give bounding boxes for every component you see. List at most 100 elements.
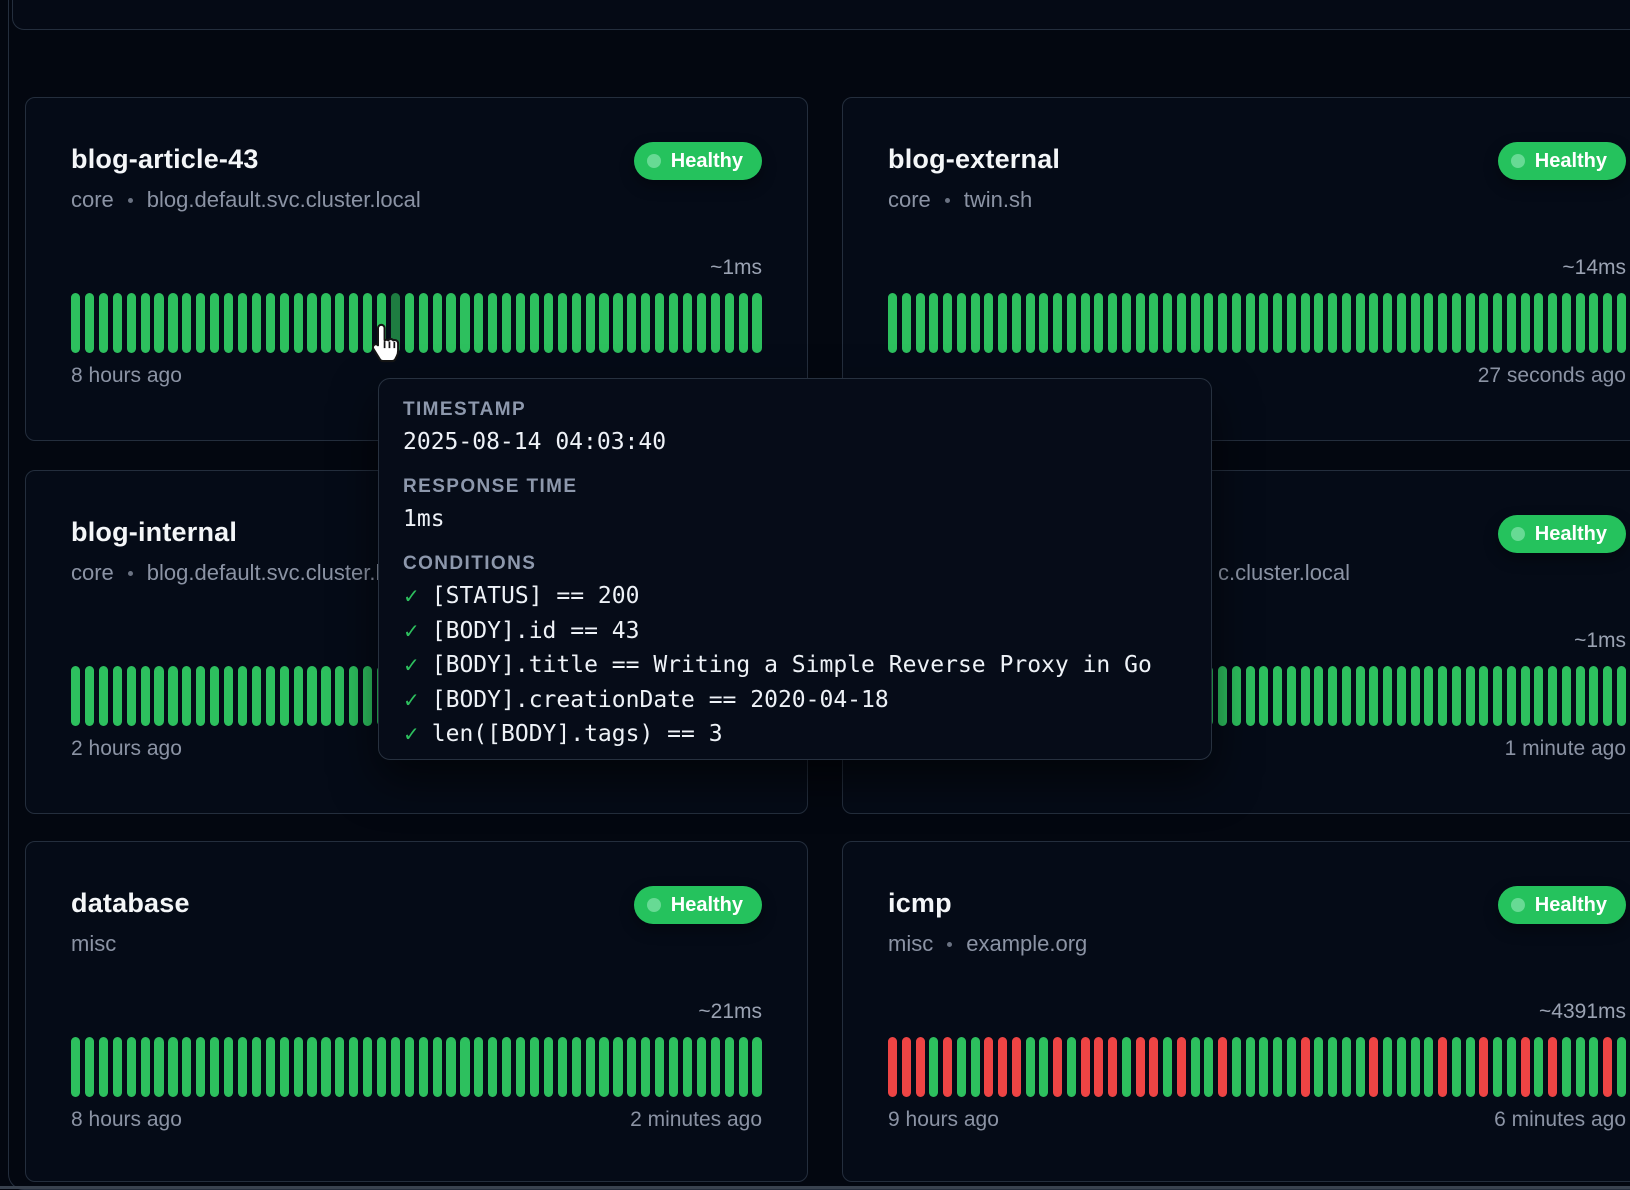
uptime-bar[interactable] [1246,1037,1255,1097]
uptime-bar[interactable] [1438,293,1447,353]
uptime-bar[interactable] [210,293,219,353]
uptime-bar[interactable] [1521,666,1530,726]
uptime-bar[interactable] [1617,1037,1626,1097]
uptime-bar[interactable] [71,1037,80,1097]
uptime-bar[interactable] [1369,666,1378,726]
uptime-bar[interactable] [224,293,233,353]
uptime-bar[interactable] [1603,293,1612,353]
uptime-bar[interactable] [488,1037,497,1097]
uptime-bar[interactable] [266,666,275,726]
uptime-bar[interactable] [377,1037,386,1097]
uptime-bar[interactable] [405,1037,414,1097]
uptime-bar[interactable] [1287,1037,1296,1097]
uptime-bar[interactable] [1452,293,1461,353]
uptime-bar[interactable] [502,1037,511,1097]
uptime-bar[interactable] [1617,293,1626,353]
uptime-bar[interactable] [1438,1037,1447,1097]
uptime-bar[interactable] [669,293,678,353]
uptime-bar[interactable] [1136,1037,1145,1097]
uptime-bar[interactable] [1424,293,1433,353]
uptime-bar[interactable] [1548,666,1557,726]
uptime-bar[interactable] [1589,1037,1598,1097]
uptime-bar[interactable] [252,666,261,726]
uptime-bar[interactable] [1603,1037,1612,1097]
uptime-bar[interactable] [752,293,761,353]
uptime-bar[interactable] [294,666,303,726]
uptime-bars[interactable] [71,1037,762,1097]
uptime-bar[interactable] [725,293,734,353]
uptime-bar[interactable] [1273,1037,1282,1097]
uptime-bar[interactable] [1232,666,1241,726]
uptime-bar[interactable] [1067,1037,1076,1097]
uptime-bar[interactable] [916,293,925,353]
uptime-bar[interactable] [739,293,748,353]
uptime-bar[interactable] [1356,666,1365,726]
uptime-bar[interactable] [1246,666,1255,726]
uptime-bar[interactable] [1259,293,1268,353]
uptime-bar[interactable] [971,1037,980,1097]
uptime-bar[interactable] [1246,293,1255,353]
uptime-bar[interactable] [1589,666,1598,726]
uptime-bar[interactable] [1012,293,1021,353]
uptime-bar[interactable] [1397,293,1406,353]
uptime-bar[interactable] [446,1037,455,1097]
uptime-bar[interactable] [1452,666,1461,726]
uptime-bar[interactable] [433,293,442,353]
uptime-bar[interactable] [1067,293,1076,353]
uptime-bar[interactable] [1466,293,1475,353]
uptime-bar[interactable] [141,293,150,353]
uptime-bar[interactable] [238,293,247,353]
uptime-bar[interactable] [1232,1037,1241,1097]
uptime-bar[interactable] [1493,666,1502,726]
uptime-bar[interactable] [641,1037,650,1097]
uptime-bar[interactable] [1039,293,1048,353]
uptime-bar[interactable] [502,293,511,353]
uptime-bar[interactable] [1424,1037,1433,1097]
uptime-bar[interactable] [127,293,136,353]
uptime-bar[interactable] [613,1037,622,1097]
uptime-bar[interactable] [1383,666,1392,726]
uptime-bar[interactable] [1301,666,1310,726]
uptime-bar[interactable] [266,1037,275,1097]
uptime-bar[interactable] [1562,666,1571,726]
uptime-bar[interactable] [1314,1037,1323,1097]
uptime-bar[interactable] [474,1037,483,1097]
uptime-bar[interactable] [307,1037,316,1097]
uptime-bar[interactable] [1177,293,1186,353]
uptime-bar[interactable] [613,293,622,353]
uptime-bar[interactable] [1466,1037,1475,1097]
uptime-bar[interactable] [1576,1037,1585,1097]
uptime-bar[interactable] [558,1037,567,1097]
uptime-bar[interactable] [1452,1037,1461,1097]
uptime-bar[interactable] [238,1037,247,1097]
uptime-bar[interactable] [294,293,303,353]
uptime-bar[interactable] [1039,1037,1048,1097]
uptime-bar[interactable] [888,1037,897,1097]
uptime-bar[interactable] [349,293,358,353]
uptime-bar[interactable] [572,1037,581,1097]
uptime-bar[interactable] [335,666,344,726]
uptime-bar[interactable] [1232,293,1241,353]
uptime-bar[interactable] [1012,1037,1021,1097]
uptime-bar[interactable] [1466,666,1475,726]
uptime-bar[interactable] [1094,1037,1103,1097]
uptime-bar[interactable] [1576,666,1585,726]
uptime-bar[interactable] [405,293,414,353]
uptime-bar[interactable] [929,293,938,353]
uptime-bar[interactable] [1369,1037,1378,1097]
uptime-bar[interactable] [683,1037,692,1097]
uptime-bar[interactable] [210,1037,219,1097]
uptime-bar[interactable] [902,293,911,353]
uptime-bar[interactable] [224,1037,233,1097]
uptime-bar[interactable] [669,1037,678,1097]
uptime-bar[interactable] [641,293,650,353]
uptime-bar[interactable] [1562,293,1571,353]
uptime-bar[interactable] [391,1037,400,1097]
uptime-bar[interactable] [1383,293,1392,353]
uptime-bar[interactable] [1493,1037,1502,1097]
uptime-bar[interactable] [627,1037,636,1097]
uptime-bar[interactable] [627,293,636,353]
uptime-bar[interactable] [1108,1037,1117,1097]
uptime-bar[interactable] [888,293,897,353]
uptime-bar[interactable] [655,1037,664,1097]
